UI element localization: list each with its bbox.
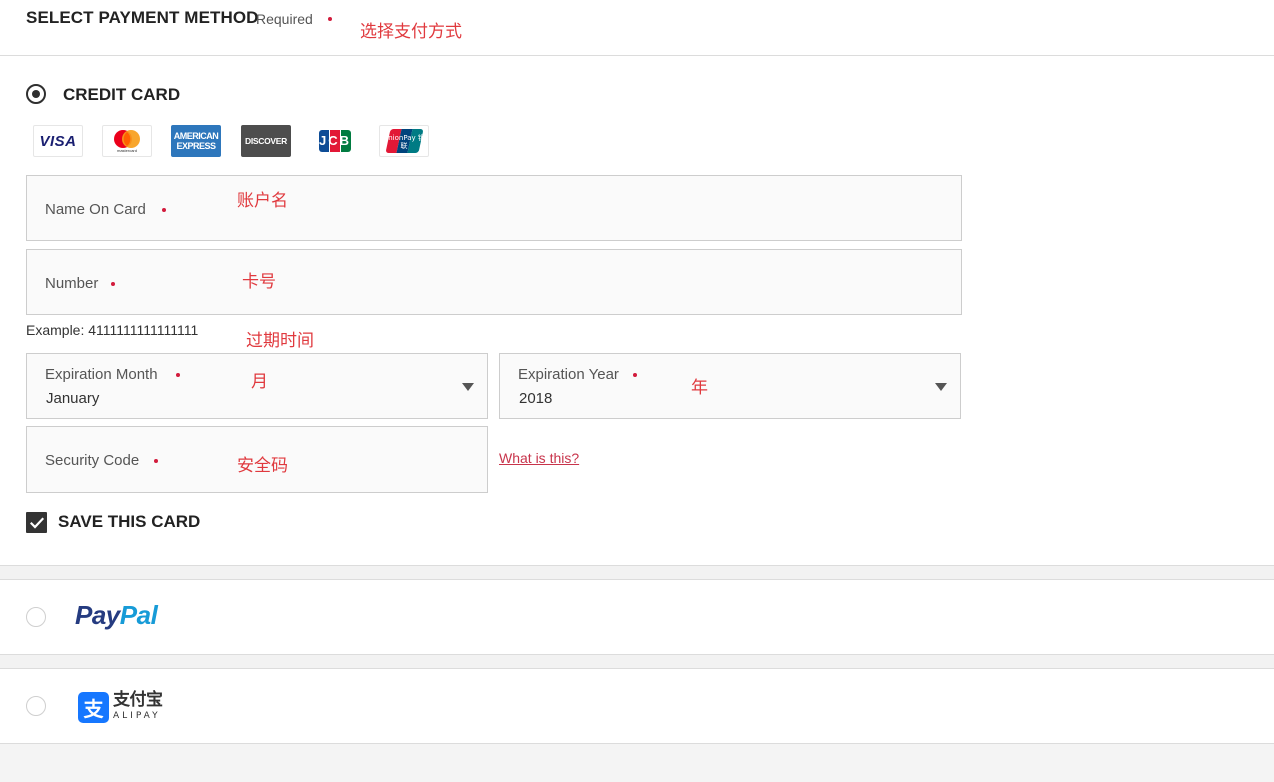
save-card-label[interactable]: SAVE THIS CARD bbox=[58, 512, 200, 532]
required-dot bbox=[328, 17, 332, 21]
page-bottom bbox=[0, 743, 1274, 782]
card-number-example: Example: 4111111111111111 bbox=[26, 322, 199, 338]
save-card-checkbox[interactable] bbox=[26, 512, 47, 533]
alipay-logo-cn: 支付宝 bbox=[113, 690, 163, 710]
credit-card-label[interactable]: CREDIT CARD bbox=[63, 85, 180, 105]
header-divider bbox=[0, 55, 1274, 56]
jcb-logo-text: JCB bbox=[318, 133, 351, 148]
chevron-down-icon bbox=[935, 383, 947, 391]
section-title: SELECT PAYMENT METHOD bbox=[26, 8, 259, 27]
alipay-logo-glyph: 支 bbox=[83, 697, 104, 721]
card-number-annotation: 卡号 bbox=[242, 272, 276, 292]
required-label: Required bbox=[256, 11, 313, 27]
expiration-year-select[interactable]: Expiration Year 2018 bbox=[499, 353, 961, 419]
alipay-radio[interactable] bbox=[26, 696, 46, 716]
card-number-field[interactable]: Number bbox=[26, 249, 962, 315]
mastercard-logo-icon: mastercard bbox=[102, 125, 152, 157]
expiration-month-value: January bbox=[46, 390, 100, 407]
paypal-logo-icon[interactable]: PayPal bbox=[75, 600, 158, 631]
expiration-year-value: 2018 bbox=[519, 390, 553, 407]
security-code-annotation: 安全码 bbox=[237, 456, 288, 476]
expiration-year-annotation: 年 bbox=[691, 378, 708, 398]
name-on-card-annotation: 账户名 bbox=[237, 191, 288, 211]
unionpay-logo-icon: UnionPay 银联 bbox=[379, 125, 429, 157]
section-divider bbox=[0, 654, 1274, 669]
required-dot bbox=[633, 373, 637, 377]
what-is-this-link[interactable]: What is this? bbox=[499, 450, 579, 466]
alipay-logo-icon[interactable]: 支 bbox=[78, 692, 109, 723]
paypal-radio[interactable] bbox=[26, 607, 46, 627]
name-on-card-field[interactable]: Name On Card bbox=[26, 175, 962, 241]
paypal-logo-text-pay: Pay bbox=[75, 600, 120, 630]
jcb-logo-icon: JCB bbox=[310, 125, 360, 157]
section-divider bbox=[0, 565, 1274, 580]
discover-logo-text: DISCOVER bbox=[245, 136, 287, 146]
expiration-year-label: Expiration Year bbox=[518, 366, 619, 383]
discover-logo-icon: DISCOVER bbox=[241, 125, 291, 157]
mastercard-circles-icon bbox=[114, 130, 140, 148]
checkmark-icon bbox=[29, 516, 44, 529]
alipay-logo-en: ALIPAY bbox=[113, 711, 161, 721]
title-annotation: 选择支付方式 bbox=[360, 22, 462, 42]
required-dot bbox=[154, 459, 158, 463]
alipay-logo-text: 支付宝 ALIPAY bbox=[113, 692, 163, 721]
mastercard-logo-text: mastercard bbox=[116, 148, 137, 153]
required-dot bbox=[111, 282, 115, 286]
required-dot bbox=[176, 373, 180, 377]
required-dot bbox=[162, 208, 166, 212]
security-code-label: Security Code bbox=[45, 452, 140, 469]
unionpay-logo-text: UnionPay 银联 bbox=[383, 134, 425, 150]
amex-logo-text: AMERICAN EXPRESS bbox=[173, 131, 219, 151]
american-express-logo-icon: AMERICAN EXPRESS bbox=[171, 125, 221, 157]
expiration-annotation: 过期时间 bbox=[246, 331, 314, 351]
expiration-month-annotation: 月 bbox=[251, 372, 268, 392]
name-on-card-label: Name On Card bbox=[45, 201, 146, 218]
expiration-month-label: Expiration Month bbox=[45, 366, 158, 383]
credit-card-radio[interactable] bbox=[26, 84, 46, 104]
paypal-logo-text-pal: Pal bbox=[119, 600, 158, 630]
visa-logo-icon: VISA bbox=[33, 125, 83, 157]
chevron-down-icon bbox=[462, 383, 474, 391]
visa-logo-text: VISA bbox=[39, 132, 77, 150]
card-number-label: Number bbox=[45, 275, 99, 292]
